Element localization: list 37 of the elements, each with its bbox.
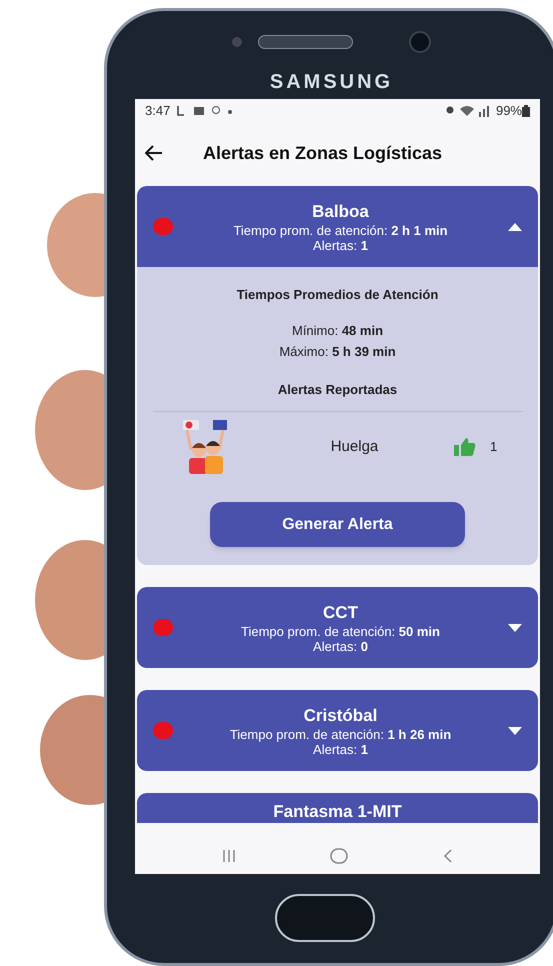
zone-header[interactable]: Balboa Tiempo prom. de atención: 2 h 1 min Alertas: 1 xyxy=(137,186,538,267)
section-title: Alertas Reportadas xyxy=(278,380,398,399)
back-arrow-icon[interactable] xyxy=(145,145,163,161)
caret-up-icon xyxy=(508,222,522,230)
section-title: Tiempos Promedios de Atención xyxy=(236,286,438,304)
alert-label: Huelga xyxy=(330,436,380,457)
minimum-time-text: Mínimo: 48 min xyxy=(292,322,384,340)
average-time-text: Tiempo prom. de atención: 50 min xyxy=(241,624,440,638)
battery-icon xyxy=(522,105,530,117)
battery-percent: 99% xyxy=(496,102,522,120)
caret-down-icon xyxy=(508,726,522,734)
zone-name: Cristóbal xyxy=(304,704,378,726)
brand-logo: SAMSUNG xyxy=(270,70,394,95)
sensor-icon xyxy=(232,37,242,47)
caret-down-icon xyxy=(508,624,522,632)
thumbs-up-icon xyxy=(454,438,476,456)
alerts-count-text: Alertas: 1 xyxy=(313,238,368,252)
camera-icon xyxy=(409,31,431,53)
notification-icons xyxy=(176,105,234,117)
alert-count: 1 xyxy=(490,438,498,456)
status-time: 3:47 xyxy=(145,102,170,120)
average-time-text: Tiempo prom. de atención: 2 h 1 min xyxy=(233,222,448,238)
alerts-count-text: Alertas: 1 xyxy=(313,742,368,756)
average-time-text: Tiempo prom. de atención: 1 h 26 min xyxy=(230,726,452,742)
home-button[interactable] xyxy=(274,894,374,942)
recent-apps-icon[interactable] xyxy=(222,848,236,862)
back-icon[interactable] xyxy=(442,848,453,862)
zone-header[interactable]: Cristóbal Tiempo prom. de atención: 1 h 26 min Alertas: 1 xyxy=(137,690,538,771)
zone-name: Balboa xyxy=(312,200,369,222)
maximum-time-text: Máximo: 5 h 39 min xyxy=(279,343,396,361)
generate-alert-button[interactable]: Generar Alerta xyxy=(210,502,465,547)
alerts-count-text: Alertas: 0 xyxy=(313,638,368,654)
page-title: Alertas en Zonas Logísticas xyxy=(203,142,442,165)
zone-header[interactable]: CCT Tiempo prom. de atención: 50 min Alertas: 0 xyxy=(137,587,538,668)
zone-name: Fantasma 1-MIT xyxy=(273,801,402,823)
home-icon[interactable] xyxy=(330,848,348,864)
zone-name: CCT xyxy=(323,602,358,624)
